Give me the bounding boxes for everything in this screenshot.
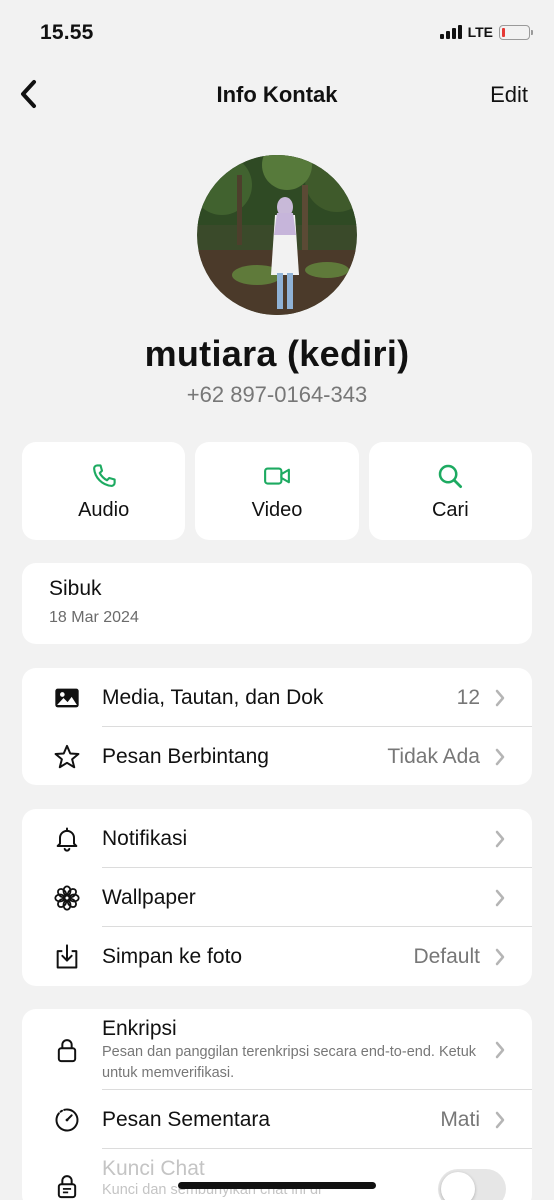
status-indicators: LTE xyxy=(439,24,533,40)
status-bar: 15.55 LTE xyxy=(0,0,554,66)
disappearing-messages-row[interactable]: Pesan Sementara Mati xyxy=(22,1090,532,1149)
security-card: Enkripsi Pesan dan panggilan terenkripsi… xyxy=(22,1009,532,1200)
lock-icon xyxy=(52,1035,82,1065)
video-call-button[interactable]: Video xyxy=(195,442,359,540)
flower-icon xyxy=(52,883,82,913)
starred-messages-row[interactable]: Pesan Berbintang Tidak Ada xyxy=(22,727,532,786)
wallpaper-row[interactable]: Wallpaper xyxy=(22,868,532,927)
starred-value: Tidak Ada xyxy=(387,744,480,768)
media-card: Media, Tautan, dan Dok 12 Pesan Berbinta… xyxy=(22,668,532,785)
nav-bar: Info Kontak Edit xyxy=(0,66,554,122)
edit-button[interactable]: Edit xyxy=(490,82,528,108)
video-label: Video xyxy=(251,498,303,521)
wallpaper-label: Wallpaper xyxy=(102,885,196,909)
starred-label: Pesan Berbintang xyxy=(102,744,269,768)
encryption-row[interactable]: Enkripsi Pesan dan panggilan terenkripsi… xyxy=(22,1009,532,1090)
star-icon xyxy=(52,742,82,772)
chevron-right-icon xyxy=(495,889,505,906)
save-to-photos-row[interactable]: Simpan ke foto Default xyxy=(22,927,532,986)
toggle-knob xyxy=(441,1172,475,1200)
download-icon xyxy=(52,942,82,972)
save-to-photos-value: Default xyxy=(413,944,480,968)
contact-name: mutiara (kediri) xyxy=(144,333,410,374)
about-status: Sibuk xyxy=(49,577,102,600)
chat-lock-toggle[interactable] xyxy=(438,1169,506,1200)
media-label: Media, Tautan, dan Dok xyxy=(102,685,324,709)
settings-card: Notifikasi Wallpaper Simpan ke foto Defa… xyxy=(22,809,532,986)
disappearing-value: Mati xyxy=(440,1107,480,1131)
notifications-label: Notifikasi xyxy=(102,826,188,850)
timer-icon xyxy=(52,1105,82,1135)
save-to-photos-label: Simpan ke foto xyxy=(102,944,243,968)
chevron-right-icon xyxy=(495,830,505,847)
status-time: 15.55 xyxy=(40,21,94,44)
photo-icon xyxy=(52,683,82,713)
search-button[interactable]: Cari xyxy=(368,442,532,540)
chevron-right-icon xyxy=(495,1111,505,1128)
home-indicator[interactable] xyxy=(178,1182,376,1189)
chat-lock-icon xyxy=(52,1171,82,1200)
video-camera-icon xyxy=(264,466,290,485)
chevron-right-icon xyxy=(495,689,505,706)
about-date: 18 Mar 2024 xyxy=(49,609,139,626)
encryption-description: Pesan dan panggilan terenkripsi secara e… xyxy=(102,1044,477,1081)
network-type: LTE xyxy=(467,24,493,40)
chevron-right-icon xyxy=(495,1041,505,1058)
chevron-right-icon xyxy=(495,948,505,965)
about-card[interactable]: Sibuk 18 Mar 2024 xyxy=(22,563,532,644)
audio-label: Audio xyxy=(78,498,130,521)
signal-icon xyxy=(439,25,462,39)
chat-lock-label: Kunci Chat xyxy=(102,1157,205,1180)
audio-call-button[interactable]: Audio xyxy=(22,442,186,540)
search-label: Cari xyxy=(431,498,469,521)
chevron-right-icon xyxy=(495,748,505,765)
media-links-docs-row[interactable]: Media, Tautan, dan Dok 12 xyxy=(22,668,532,727)
disappearing-label: Pesan Sementara xyxy=(102,1107,271,1131)
phone-icon xyxy=(92,463,116,487)
action-buttons: Audio Video Cari xyxy=(22,442,532,540)
page-title: Info Kontak xyxy=(216,82,338,107)
notifications-row[interactable]: Notifikasi xyxy=(22,809,532,868)
contact-phone: +62 897-0164-343 xyxy=(186,382,368,407)
media-count: 12 xyxy=(456,685,480,709)
encryption-label: Enkripsi xyxy=(102,1017,177,1040)
avatar[interactable] xyxy=(197,155,357,315)
search-icon xyxy=(439,464,463,488)
bell-icon xyxy=(52,824,82,854)
battery-icon xyxy=(499,24,533,40)
chat-lock-row: Kunci Chat Kunci dan sembunyikan chat in… xyxy=(22,1149,532,1200)
